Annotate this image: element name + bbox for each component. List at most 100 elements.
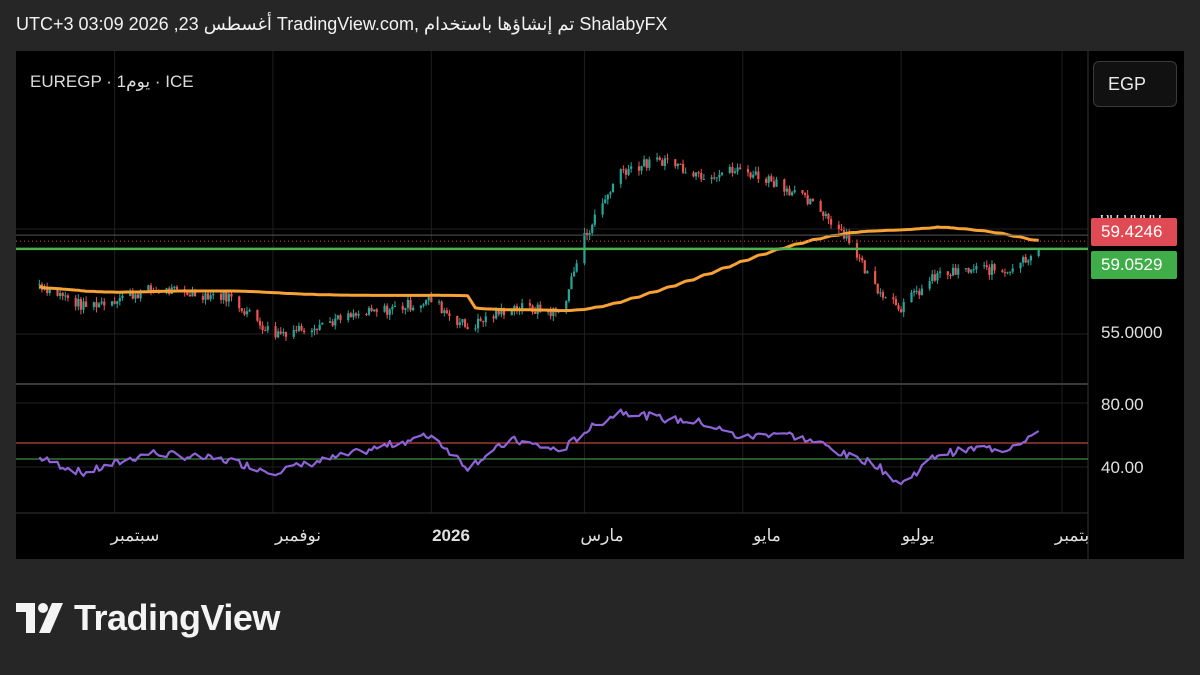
candle-body	[406, 299, 410, 308]
candle-body	[902, 302, 905, 313]
candle-body	[284, 332, 288, 337]
candle-body	[412, 307, 415, 311]
candle-body	[495, 309, 498, 319]
candle-body	[295, 330, 298, 332]
candle-body	[676, 163, 679, 167]
candle-body	[793, 190, 796, 193]
candle-body	[92, 302, 95, 307]
candle-body	[912, 291, 916, 293]
candle-body	[884, 297, 887, 299]
currency-button[interactable]: EGP	[1093, 61, 1177, 107]
candle-body	[591, 224, 594, 233]
candle-body	[970, 269, 973, 273]
x-label-may: مايو	[753, 526, 781, 545]
candle-body	[593, 214, 596, 225]
candle-body	[1011, 268, 1014, 272]
candle-body	[136, 294, 140, 299]
candle-body	[783, 179, 786, 192]
candle-body	[881, 292, 885, 298]
candle-body	[103, 301, 106, 306]
candle-body	[391, 306, 394, 310]
candle-body	[484, 316, 487, 323]
candle-body	[401, 305, 404, 310]
candle-body	[661, 160, 664, 166]
tradingview-logo[interactable]: TradingView	[16, 597, 280, 639]
candle-body	[313, 328, 316, 331]
candle-body	[474, 328, 477, 330]
candle-body	[349, 313, 352, 318]
candle-body	[79, 298, 82, 310]
candle-body	[534, 311, 537, 314]
candle-body	[746, 169, 750, 173]
candle-body	[300, 325, 303, 331]
candle-body	[492, 316, 495, 319]
candle-body	[679, 163, 682, 165]
candle-body	[188, 294, 192, 297]
candle-body	[461, 319, 464, 323]
candle-body	[367, 307, 371, 315]
candle-body	[466, 326, 469, 329]
candle-body	[204, 293, 207, 300]
candle-body	[879, 292, 882, 294]
candle-body	[920, 288, 923, 296]
candle-body	[121, 295, 124, 298]
candle-body	[74, 298, 77, 307]
candle-body	[694, 172, 698, 177]
candle-body	[863, 260, 866, 274]
candle-body	[840, 228, 843, 230]
candle-body	[339, 315, 342, 320]
candle-body	[315, 328, 319, 330]
candle-body	[900, 309, 903, 313]
candle-body	[933, 274, 936, 281]
candle-body	[266, 326, 269, 331]
candle-body	[788, 188, 791, 196]
candle-body	[656, 157, 659, 160]
candle-body	[173, 286, 176, 288]
candle-body	[606, 194, 609, 200]
candle-body	[988, 267, 991, 275]
candle-body	[264, 330, 267, 332]
candle-body	[404, 307, 407, 310]
candle-body	[915, 290, 918, 292]
candle-body	[718, 174, 721, 178]
candle-body	[801, 190, 804, 193]
candle-body	[422, 304, 425, 306]
candle-body	[720, 172, 724, 175]
candle-body	[819, 201, 822, 212]
candle-body	[277, 331, 280, 338]
candle-body	[437, 301, 441, 303]
candle-body	[336, 315, 339, 319]
candle-body	[209, 295, 212, 300]
candle-body	[365, 314, 368, 316]
candle-body	[715, 177, 718, 179]
candle-body	[116, 301, 119, 304]
candle-body	[637, 166, 641, 171]
candle-body	[866, 271, 869, 274]
candle-body	[245, 311, 249, 315]
candle-body	[733, 171, 737, 173]
candle-body	[463, 319, 467, 327]
candle-body	[811, 198, 814, 202]
candle-body	[575, 263, 578, 272]
candle-body	[985, 265, 988, 268]
candle-body	[110, 301, 114, 306]
candle-body	[243, 311, 246, 315]
candle-body	[1024, 256, 1027, 263]
candle-body	[829, 219, 833, 225]
candle-body	[1003, 272, 1007, 274]
price-chart[interactable]	[0, 0, 1200, 675]
x-label-2026: 2026	[432, 526, 470, 545]
candle-body	[238, 296, 241, 309]
candle-body	[951, 267, 955, 276]
candle-body	[1029, 256, 1032, 261]
candle-body	[230, 293, 233, 297]
candle-body	[440, 301, 443, 313]
candle-body	[806, 195, 809, 205]
x-label-sep2: بتمبر	[1054, 526, 1090, 545]
candle-body	[894, 299, 898, 306]
symbol-label[interactable]: EUREGP · 1يوم · ICE	[30, 72, 194, 92]
candle-body	[383, 305, 386, 312]
candle-body	[347, 313, 350, 320]
candle-body	[770, 176, 773, 182]
candle-body	[957, 268, 960, 275]
